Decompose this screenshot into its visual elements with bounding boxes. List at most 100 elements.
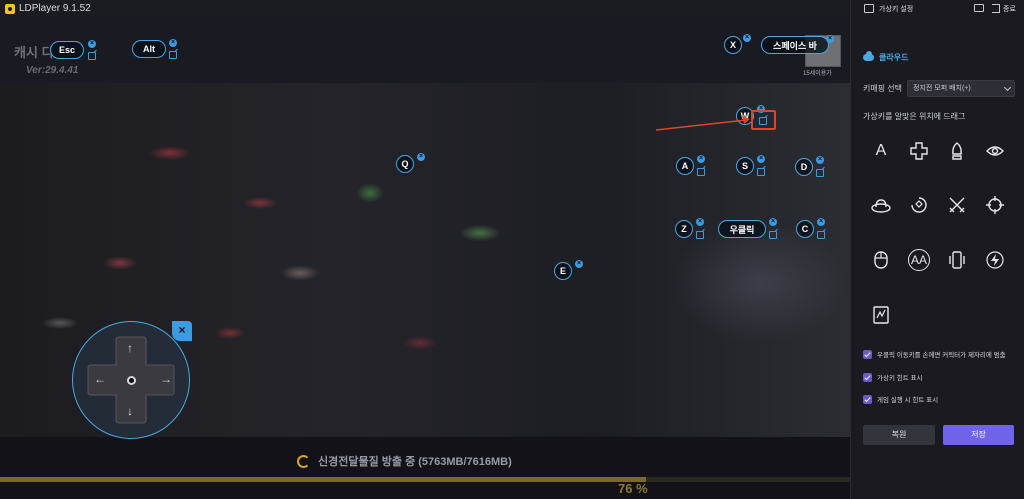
key-space-label[interactable]: 스페이스 바 [761,36,829,54]
dpad-right-icon: → [160,372,172,386]
cloud-link[interactable]: 클라우드 [863,51,908,63]
loading-text: 신경전달물질 방출 중 (5763MB/7616MB) [318,456,512,468]
tool-view[interactable] [982,138,1008,164]
tool-mouse[interactable] [868,247,894,273]
dpad-up-icon: ↑ [127,341,133,355]
game-title-watermark: 캐시 디 [14,45,54,60]
dpad-remove-icon[interactable]: × [172,321,192,341]
key-c-remove-icon[interactable]: × [817,218,825,226]
tool-weapon[interactable] [944,192,970,218]
key-alt-label[interactable]: Alt [132,40,166,58]
key-z-remove-icon[interactable]: × [696,218,704,226]
loading-spinner-icon [297,454,310,468]
save-button[interactable]: 저장 [943,425,1014,445]
dpad-left-icon: ← [94,372,106,386]
macro-script-icon [873,306,889,324]
tool-macro[interactable] [868,302,894,328]
drag-hint: 가상키를 알맞은 위치에 드래그 [863,112,966,121]
key-esc-edit-icon[interactable] [88,52,96,60]
option-stop-on-release-checkbox[interactable] [863,349,872,359]
dpad-tool-icon [910,142,928,160]
option-show-hints-checkbox[interactable] [863,372,872,382]
option-hints-on-launch-label: 게임 실행 시 힌트 표시 [877,397,939,404]
key-esc-remove-icon[interactable]: × [88,40,96,48]
reset-button[interactable]: 복원 [863,425,935,445]
option-hints-on-launch-checkbox[interactable] [863,394,872,404]
mapping-select-value: 정지전 모퍼 배치(+) [913,85,971,92]
tool-text-key[interactable]: A [868,138,894,164]
progress-percent: 76 % [618,481,648,496]
rotate-icon [911,197,927,213]
tool-smart-cast[interactable] [982,247,1008,273]
key-c-label[interactable]: C [796,220,814,238]
mapping-select-label: 키매핑 선택 [863,84,903,93]
key-c-edit-icon[interactable] [817,231,825,239]
age-rating-caption: 15세이용가 [803,71,832,77]
key-z-edit-icon[interactable] [696,231,704,239]
loading-status: 신경전달물질 방출 중 (5763MB/7616MB) [297,453,512,469]
key-q-label[interactable]: Q [396,155,414,173]
key-space-remove-icon[interactable]: × [826,35,834,43]
tool-shake[interactable] [944,247,970,273]
key-right-click-edit-icon[interactable] [769,231,777,239]
key-a-label[interactable]: A [676,157,694,175]
key-esc-label[interactable]: Esc [50,41,84,59]
tool-aim[interactable] [868,192,894,218]
cloud-label[interactable]: 클라우드 [879,52,908,63]
annotation-arrow-icon [655,116,750,131]
multi-key-icon: AA [908,249,930,271]
keyboard-icon [864,4,874,13]
game-version-label: Ver:29.4.41 [26,65,79,76]
key-s-label[interactable]: S [736,157,754,175]
key-d-remove-icon[interactable]: × [816,156,824,164]
key-z-label[interactable]: Z [675,220,693,238]
cloud-icon [863,51,874,61]
tool-crosshair[interactable] [982,192,1008,218]
progress-bar [0,477,850,482]
exit-icon[interactable] [992,4,1000,13]
folder-icon[interactable] [974,4,984,12]
key-q-remove-icon[interactable]: × [417,153,425,161]
key-right-click-label[interactable]: 우클릭 [718,220,766,238]
game-top-band [0,17,850,83]
tool-multi-key[interactable]: AA [906,247,932,273]
crossed-swords-icon [949,197,965,213]
option-stop-on-release-label: 우클릭 이동키를 손에면 커릭터가 제자리에 멈춤 [877,352,1006,359]
key-alt-edit-icon[interactable] [169,51,177,59]
option-show-hints[interactable]: 가상키 힌트 표시 [863,372,922,382]
key-d-label[interactable]: D [795,158,813,176]
game-viewport[interactable]: 캐시 디 Ver:29.4.41 15세이용가 신경전달물질 방출 중 (576… [0,17,850,499]
ldplayer-window: LDPlayer 9.1.52 캐시 디 Ver:29.4.41 15세이용가 … [0,0,1024,499]
key-right-click-remove-icon[interactable]: × [769,218,777,226]
chevron-down-icon [1003,83,1012,92]
lightning-icon [986,251,1004,269]
tool-skill[interactable] [944,138,970,164]
option-hints-on-launch[interactable]: 게임 실행 시 힌트 표시 [863,394,938,404]
dpad-down-icon: ↓ [127,404,133,418]
key-s-edit-icon[interactable] [757,168,765,176]
key-a-remove-icon[interactable]: × [697,155,705,163]
key-a-edit-icon[interactable] [697,168,705,176]
ldplayer-logo-icon [5,3,15,14]
key-e-remove-icon[interactable]: × [575,260,583,268]
key-e-label[interactable]: E [554,262,572,280]
key-x-label[interactable]: X [724,36,742,54]
key-s-remove-icon[interactable]: × [757,155,765,163]
crosshair-icon [986,196,1004,214]
mouse-icon [874,251,888,269]
dpad-center-dot [127,376,136,385]
option-show-hints-label: 가상키 힌트 표시 [877,375,923,382]
virtual-key-panel: 가상키 설정 종료 클라우드 키매핑 선택 정지전 모퍼 배치(+) 가상키를 … [850,0,1024,499]
bullet-icon [952,142,962,160]
window-title: LDPlayer 9.1.52 [19,3,91,14]
dpad-joystick[interactable]: ↑ ↓ ← → × [72,321,192,441]
mapping-select[interactable]: 정지전 모퍼 배치(+) [907,80,1015,97]
key-x-remove-icon[interactable]: × [743,34,751,42]
tool-dpad[interactable] [906,138,932,164]
option-stop-on-release[interactable]: 우클릭 이동키를 손에면 커릭터가 제자리에 멈춤 [863,349,1006,359]
key-alt-remove-icon[interactable]: × [169,39,177,47]
tool-rotate[interactable] [906,192,932,218]
key-d-edit-icon[interactable] [816,169,824,177]
panel-title: 가상키 설정 [879,5,914,13]
exit-button[interactable]: 종료 [1003,4,1016,14]
